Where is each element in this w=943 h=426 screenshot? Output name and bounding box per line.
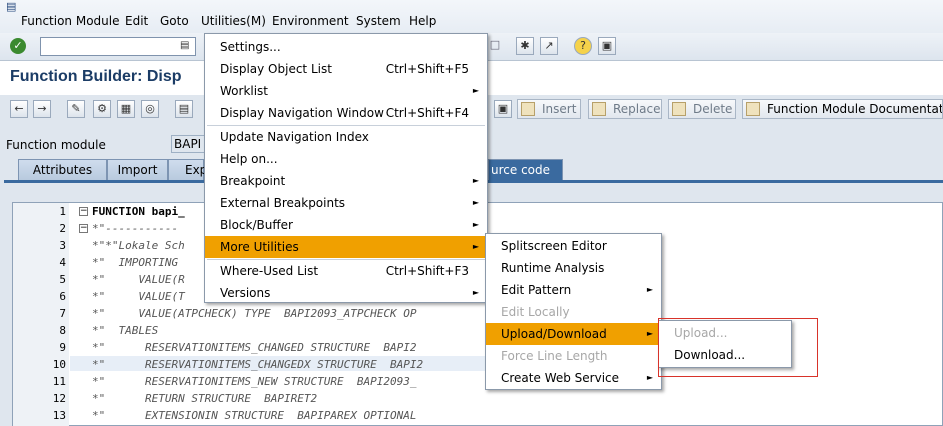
menu-edit[interactable]: Edit <box>125 14 148 28</box>
command-history-icon[interactable]: ▤ <box>180 39 192 53</box>
fold-toggle-icon[interactable]: − <box>79 224 88 233</box>
fm-documentation-button[interactable]: Function Module Documentatio <box>742 99 943 119</box>
command-field[interactable] <box>40 37 196 56</box>
submenu-arrow-icon: ► <box>646 285 653 294</box>
fold-toggle-icon[interactable]: − <box>79 207 88 216</box>
where-used-icon[interactable]: ▤ <box>175 100 193 118</box>
menu-item-worklist[interactable]: Worklist ► <box>205 80 487 102</box>
line-number: 1 <box>59 205 66 218</box>
code-line[interactable]: *" VALUE(R <box>92 273 185 286</box>
code-line[interactable]: FUNCTION bapi_ <box>92 205 185 218</box>
code-line[interactable]: *" RESERVATIONITEMS_CHANGED STRUCTURE BA… <box>92 341 417 354</box>
function-module-label: Function module <box>6 138 106 152</box>
insert-button[interactable]: Insert <box>517 99 581 119</box>
enter-check-icon[interactable]: ✓ <box>10 38 26 54</box>
submenu-arrow-icon: ► <box>472 242 479 251</box>
display-change-icon[interactable]: ✎ <box>67 100 85 118</box>
submenu-arrow-icon: ► <box>472 288 479 297</box>
menu-item-breakpoint[interactable]: Breakpoint ► <box>205 170 487 192</box>
menu-item-runtime-analysis[interactable]: Runtime Analysis <box>486 257 661 279</box>
menu-item-display-navigation-window[interactable]: Display Navigation Window Ctrl+Shift+F4 <box>205 102 487 124</box>
line-number: 6 <box>59 290 66 303</box>
code-line[interactable]: *" RESERVATIONITEMS_NEW STRUCTURE BAPI20… <box>92 375 417 388</box>
back-arrow-icon[interactable]: ← <box>10 100 28 118</box>
menu-item-more-utilities[interactable]: More Utilities ► <box>205 236 487 258</box>
new-session-icon[interactable]: ✱ <box>516 37 534 55</box>
line-number: 4 <box>59 256 66 269</box>
system-menu-icon[interactable]: ▤ <box>6 1 18 12</box>
code-line[interactable]: *" VALUE(T <box>92 290 185 303</box>
tab-attributes[interactable]: Attributes <box>18 159 107 180</box>
utilities-menu: Settings... Display Object List Ctrl+Shif… <box>204 33 488 303</box>
submenu-arrow-icon: ► <box>472 198 479 207</box>
line-number: 7 <box>59 307 66 320</box>
submenu-arrow-icon: ► <box>472 220 479 229</box>
menu-item-edit-pattern[interactable]: Edit Pattern ► <box>486 279 661 301</box>
annotation-highlight-box <box>658 318 818 377</box>
menu-help[interactable]: Help <box>409 14 436 28</box>
layout-menu-icon[interactable]: ▣ <box>598 37 616 55</box>
replace-button[interactable]: Replace <box>588 99 662 119</box>
tab-source-code[interactable]: urce code <box>488 159 563 180</box>
menu-environment[interactable]: Environment <box>272 14 349 28</box>
code-line[interactable]: *" RETURN STRUCTURE BAPIRET2 <box>92 392 317 405</box>
line-number: 3 <box>59 239 66 252</box>
line-number: 5 <box>59 273 66 286</box>
code-line[interactable]: *" IMPORTING <box>92 256 178 269</box>
code-line[interactable]: *" EXTENSIONIN STRUCTURE BAPIPAREX OPTIO… <box>92 409 417 422</box>
menu-function-module[interactable]: Function Module <box>21 14 120 28</box>
submenu-arrow-icon: ► <box>646 329 653 338</box>
line-number: 12 <box>52 392 66 405</box>
delete-button[interactable]: Delete <box>668 99 736 119</box>
line-number: 2 <box>59 222 66 235</box>
menu-system[interactable]: System <box>356 14 401 28</box>
menu-item-update-navigation-index[interactable]: Update Navigation Index <box>205 126 487 148</box>
menu-item-block-buffer[interactable]: Block/Buffer ► <box>205 214 487 236</box>
menu-item-splitscreen-editor[interactable]: Splitscreen Editor <box>486 235 661 257</box>
tab-export[interactable]: Exp <box>168 159 207 180</box>
menu-utilities[interactable]: Utilities(M) <box>201 14 266 28</box>
line-number: 11 <box>52 375 66 388</box>
replace-icon <box>592 102 606 116</box>
activate-icon[interactable]: ◎ <box>141 100 159 118</box>
menu-item-upload-download[interactable]: Upload/Download ► <box>486 323 661 345</box>
documentation-icon <box>746 102 760 116</box>
other-object-icon[interactable]: ⚙ <box>93 100 111 118</box>
menu-item-force-line-length: Force Line Length <box>501 349 608 363</box>
insert-icon <box>521 102 535 116</box>
menu-item-create-web-service[interactable]: Create Web Service ► <box>486 367 661 389</box>
toolbar-page-icon[interactable]: □ <box>486 37 504 55</box>
menu-item-settings[interactable]: Settings... <box>205 36 487 58</box>
page-title: Function Builder: Disp <box>10 68 182 85</box>
menu-goto[interactable]: Goto <box>160 14 189 28</box>
pattern-icon[interactable]: ▣ <box>494 100 512 118</box>
line-number: 10 <box>52 358 66 371</box>
submenu-arrow-icon: ► <box>646 373 653 382</box>
menu-item-edit-locally: Edit Locally <box>501 305 570 319</box>
forward-arrow-icon[interactable]: → <box>33 100 51 118</box>
menu-item-help-on[interactable]: Help on... <box>205 148 487 170</box>
tab-import[interactable]: Import <box>107 159 168 180</box>
menu-item-where-used-list[interactable]: Where-Used List Ctrl+Shift+F3 <box>205 260 487 282</box>
shortcut-icon[interactable]: ↗ <box>540 37 558 55</box>
menu-item-external-breakpoints[interactable]: External Breakpoints ► <box>205 192 487 214</box>
submenu-arrow-icon: ► <box>472 86 479 95</box>
code-line[interactable]: *" RESERVATIONITEMS_CHANGEDX STRUCTURE B… <box>92 358 423 371</box>
code-line[interactable]: *" VALUE(ATPCHECK) TYPE BAPI2093_ATPCHEC… <box>92 307 417 320</box>
more-utilities-menu: Splitscreen Editor Runtime Analysis Edit… <box>485 233 662 390</box>
menu-item-display-object-list[interactable]: Display Object List Ctrl+Shift+F5 <box>205 58 487 80</box>
code-line[interactable]: *" TABLES <box>92 324 158 337</box>
line-number: 13 <box>52 409 66 422</box>
submenu-arrow-icon: ► <box>472 176 479 185</box>
line-number: 8 <box>59 324 66 337</box>
check-icon[interactable]: ▦ <box>117 100 135 118</box>
delete-icon <box>672 102 686 116</box>
code-line[interactable]: *"----------- <box>92 222 178 235</box>
help-icon[interactable]: ? <box>574 37 592 55</box>
menu-item-versions[interactable]: Versions ► <box>205 282 487 304</box>
code-line[interactable]: *"*"Lokale Sch <box>92 239 185 252</box>
line-number: 9 <box>59 341 66 354</box>
